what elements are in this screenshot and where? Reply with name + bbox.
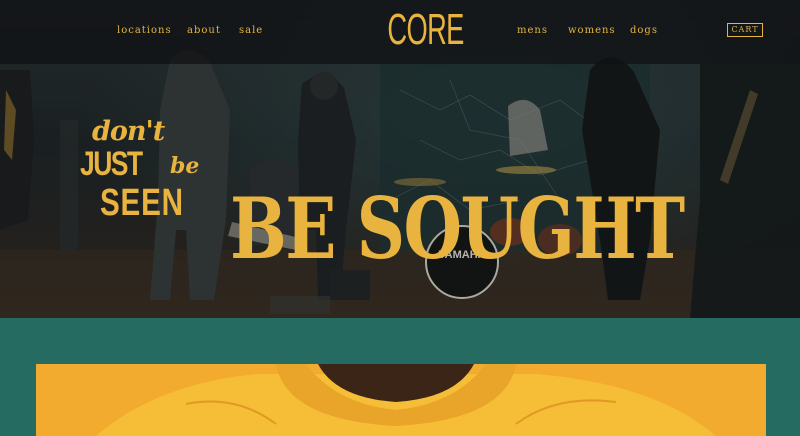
nav-link-mens[interactable]: mens: [517, 26, 548, 36]
cart-button[interactable]: CART: [727, 23, 763, 37]
nav-link-about[interactable]: about: [187, 26, 221, 36]
promo-image-panel[interactable]: [36, 364, 766, 436]
tagline-be: be: [170, 153, 200, 179]
nav-link-dogs[interactable]: dogs: [630, 26, 658, 36]
hero-headline: BE SOUGHT: [230, 179, 685, 279]
top-navigation: locations about sale CORE mens womens do…: [0, 0, 800, 64]
nav-link-sale[interactable]: sale: [239, 26, 263, 36]
tagline-dont: don't: [92, 116, 165, 147]
tagline-seen: SEEN: [100, 182, 184, 224]
tagline-just: JUST: [80, 145, 143, 183]
site-logo[interactable]: CORE: [387, 8, 464, 52]
model-photo: [36, 364, 766, 436]
nav-link-womens[interactable]: womens: [568, 26, 616, 36]
hero-banner: YAMAHA locations about sale CORE mens wo…: [0, 0, 800, 318]
nav-link-locations[interactable]: locations: [117, 26, 172, 36]
